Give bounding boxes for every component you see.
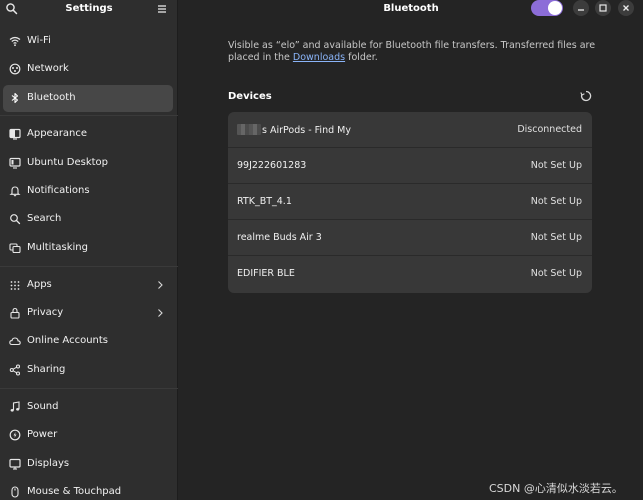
sidebar-item-label: Power [27, 429, 58, 440]
sidebar: Settings Wi-Fi Network Bluetooth Appeara… [0, 0, 178, 500]
chevron-right-icon [158, 309, 163, 317]
close-button[interactable] [618, 0, 634, 16]
device-name: RTK_BT_4.1 [237, 196, 292, 207]
display-icon [9, 458, 21, 470]
device-status: Disconnected [517, 124, 582, 135]
header-bar: Bluetooth [179, 0, 643, 18]
sidebar-item-sound[interactable]: Sound [3, 394, 173, 421]
sidebar-item-appearance[interactable]: Appearance [3, 121, 173, 148]
device-row[interactable]: EDIFIER BLE Not Set Up [228, 256, 592, 292]
sidebar-item-power[interactable]: Power [3, 422, 173, 449]
lock-icon [10, 307, 20, 319]
cloud-icon [9, 337, 21, 346]
sidebar-item-label: Multitasking [27, 242, 88, 253]
sidebar-item-label: Privacy [27, 307, 64, 318]
sidebar-divider [0, 115, 178, 116]
sidebar-item-privacy[interactable]: Privacy [3, 300, 173, 327]
desktop-icon [9, 157, 21, 169]
sidebar-item-label: Ubuntu Desktop [27, 157, 109, 168]
maximize-icon [599, 4, 607, 12]
downloads-link[interactable]: Downloads [293, 52, 345, 63]
maximize-button[interactable] [595, 0, 611, 16]
bell-icon [9, 186, 21, 197]
devices-heading: Devices [228, 91, 272, 102]
multitasking-icon [9, 243, 21, 254]
power-icon [9, 429, 21, 441]
close-icon [623, 5, 629, 11]
device-name: EDIFIER BLE [237, 268, 295, 279]
device-row[interactable]: 99J222601283 Not Set Up [228, 148, 592, 184]
device-name: s AirPods - Find My [237, 124, 351, 136]
sidebar-item-label: Online Accounts [27, 335, 109, 346]
device-status: Not Set Up [530, 268, 582, 279]
sidebar-item-label: Mouse & Touchpad [27, 486, 122, 497]
watermark: CSDN @心清似水淡若云。 [489, 482, 623, 495]
toggle-knob [548, 1, 562, 15]
bluetooth-icon [11, 92, 19, 104]
mouse-icon [11, 486, 19, 498]
sidebar-item-wifi[interactable]: Wi-Fi [3, 28, 173, 55]
device-name: realme Buds Air 3 [237, 232, 322, 243]
sidebar-item-label: Displays [27, 458, 70, 469]
device-row[interactable]: realme Buds Air 3 Not Set Up [228, 220, 592, 256]
sidebar-item-bluetooth[interactable]: Bluetooth [3, 85, 173, 112]
redacted-blur [237, 124, 261, 135]
wifi-icon [9, 36, 21, 47]
sidebar-title: Settings [65, 3, 113, 14]
sidebar-item-online-accounts[interactable]: Online Accounts [3, 328, 173, 355]
minimize-button[interactable] [573, 0, 589, 16]
device-row[interactable]: RTK_BT_4.1 Not Set Up [228, 184, 592, 220]
sidebar-item-mouse-touchpad[interactable]: Mouse & Touchpad [3, 479, 173, 500]
sidebar-item-label: Network [27, 63, 69, 74]
apps-grid-icon [10, 281, 20, 290]
sidebar-item-apps[interactable]: Apps [3, 272, 173, 299]
sidebar-divider [0, 266, 178, 267]
sidebar-item-label: Bluetooth [27, 92, 76, 103]
info-text-end: folder. [345, 52, 378, 63]
appearance-icon [9, 128, 21, 140]
sidebar-header: Settings [0, 0, 178, 18]
sidebar-item-notifications[interactable]: Notifications [3, 178, 173, 205]
music-note-icon [10, 401, 20, 412]
sidebar-item-label: Apps [27, 279, 52, 290]
sidebar-item-label: Sound [27, 401, 59, 412]
device-status: Not Set Up [530, 232, 582, 243]
search-icon [10, 214, 21, 225]
visibility-info: Visible as “elo” and available for Bluet… [228, 40, 598, 64]
sidebar-item-label: Notifications [27, 185, 90, 196]
network-icon [9, 63, 21, 75]
sidebar-item-label: Search [27, 213, 62, 224]
info-text: Visible as “elo” and available for Bluet… [228, 40, 596, 63]
device-status: Not Set Up [530, 196, 582, 207]
sidebar-item-displays[interactable]: Displays [3, 451, 173, 478]
devices-list: s AirPods - Find My Disconnected 99J2226… [228, 112, 592, 293]
sidebar-item-label: Sharing [27, 364, 66, 375]
share-icon [9, 364, 21, 376]
hamburger-menu-icon[interactable] [155, 2, 169, 16]
sidebar-item-label: Appearance [27, 128, 88, 139]
sidebar-item-search[interactable]: Search [3, 206, 173, 233]
device-status: Not Set Up [530, 160, 582, 171]
bluetooth-toggle[interactable] [531, 0, 563, 16]
sidebar-item-network[interactable]: Network [3, 56, 173, 83]
sidebar-item-label: Wi-Fi [27, 35, 51, 46]
device-name-text: s AirPods - Find My [262, 125, 351, 136]
sidebar-divider [0, 388, 178, 389]
minimize-icon [578, 9, 584, 11]
refresh-spinner-icon [580, 90, 592, 102]
sidebar-item-multitasking[interactable]: Multitasking [3, 235, 173, 262]
sidebar-item-ubuntu-desktop[interactable]: Ubuntu Desktop [3, 150, 173, 177]
chevron-right-icon [158, 281, 163, 289]
device-name: 99J222601283 [237, 160, 307, 171]
device-row[interactable]: s AirPods - Find My Disconnected [228, 112, 592, 148]
sidebar-item-sharing[interactable]: Sharing [3, 357, 173, 384]
